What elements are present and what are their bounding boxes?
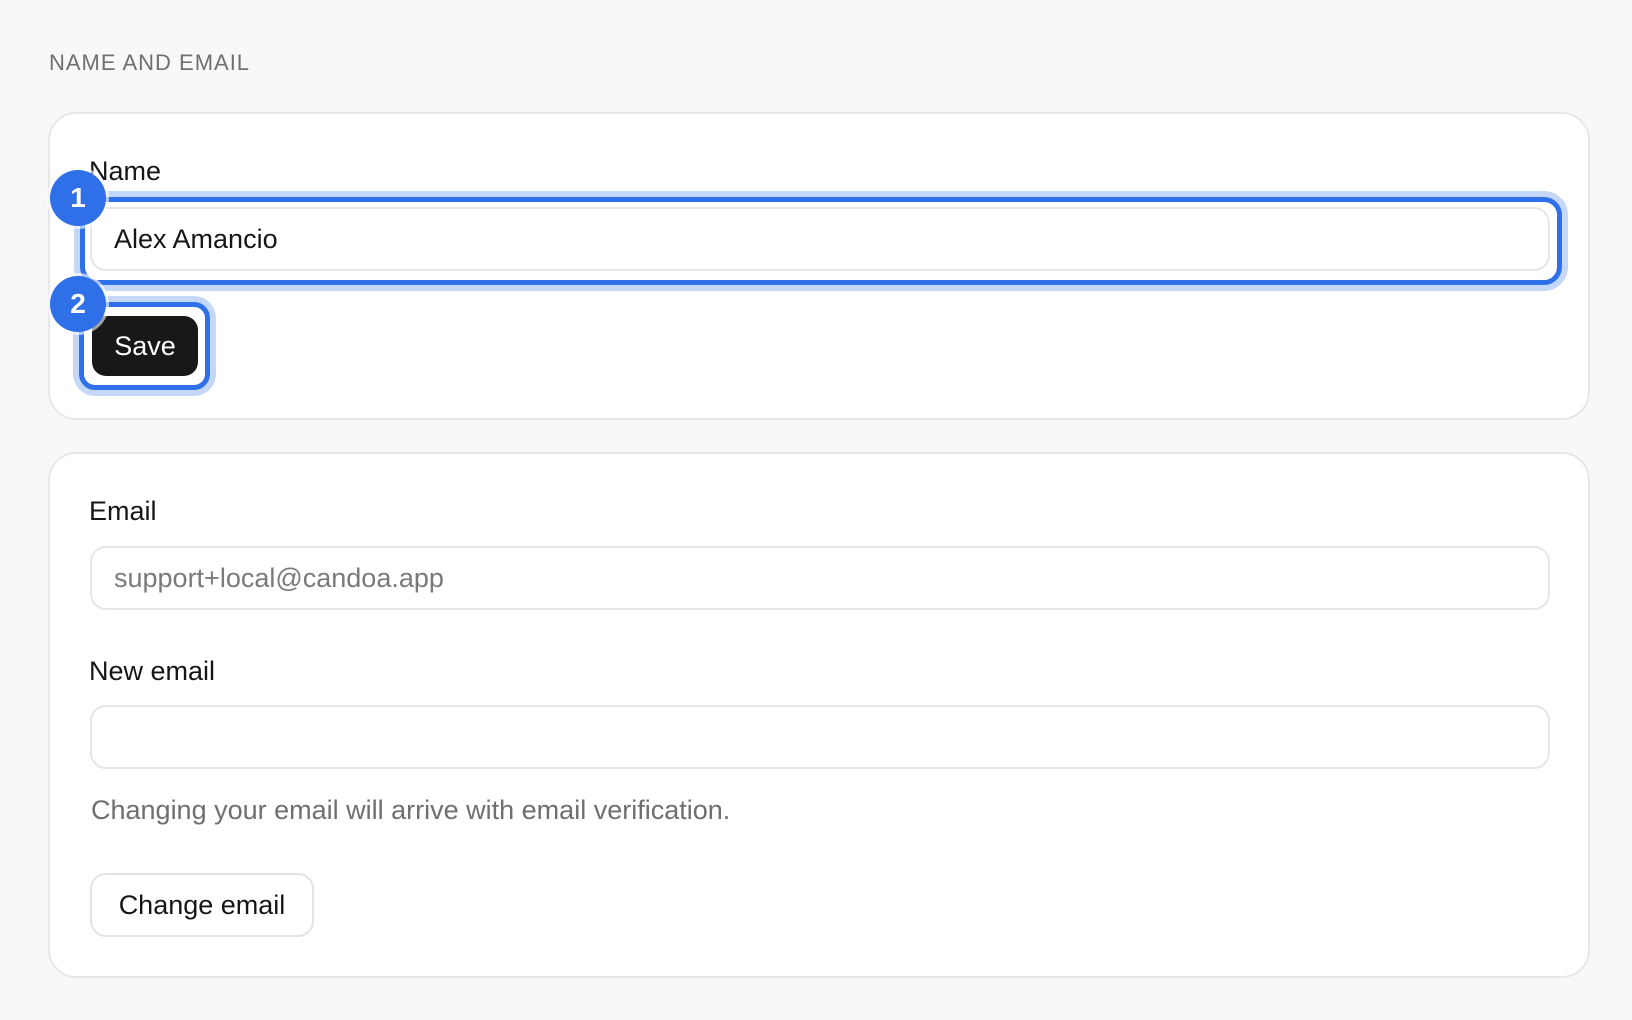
email-help-text: Changing your email will arrive with ema… (91, 795, 731, 825)
settings-page: NAME AND EMAIL Name Save Email New email… (0, 0, 1632, 1020)
email-label: Email (89, 496, 157, 526)
section-heading: NAME AND EMAIL (49, 50, 251, 75)
email-field (90, 546, 1550, 610)
annotation-marker-1: 1 (50, 170, 106, 226)
save-button[interactable]: Save (92, 316, 198, 376)
annotation-marker-2: 2 (50, 276, 106, 332)
change-email-button[interactable]: Change email (90, 873, 314, 937)
new-email-label: New email (89, 656, 216, 686)
new-email-input[interactable] (90, 705, 1550, 769)
name-input[interactable] (90, 207, 1550, 271)
